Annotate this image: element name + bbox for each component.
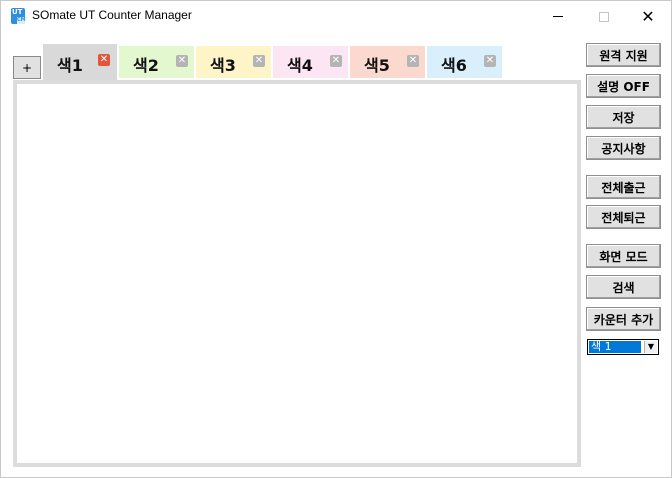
screen-mode-button[interactable]: 화면 모드 — [586, 244, 661, 268]
check-in-all-button[interactable]: 전체출근 — [586, 175, 661, 199]
notices-button[interactable]: 공지사항 — [586, 136, 661, 160]
tab-close-icon[interactable]: ✕ — [253, 55, 265, 67]
minimize-icon — [553, 16, 563, 17]
counter-panel[interactable] — [13, 80, 581, 467]
color-select-value: 색 1 — [589, 341, 641, 353]
window-title: SOmate UT Counter Manager — [32, 8, 192, 22]
app-icon-text-bottom: CM — [17, 17, 26, 24]
remote-support-button[interactable]: 원격 지원 — [586, 43, 661, 67]
add-counter-button[interactable]: 카운터 추가 — [586, 307, 661, 331]
close-button[interactable]: ✕ — [625, 1, 671, 32]
close-icon: ✕ — [641, 6, 655, 26]
tab-close-icon[interactable]: ✕ — [176, 55, 188, 67]
tab-label: 색6 — [441, 56, 467, 75]
add-tab-button[interactable]: + — [13, 56, 41, 79]
title-bar[interactable]: UT CM SOmate UT Counter Manager ✕ — [1, 1, 671, 32]
app-window: UT CM SOmate UT Counter Manager ✕ + 색1 ✕… — [0, 0, 672, 478]
tab-label: 색1 — [57, 56, 83, 75]
tab-close-icon[interactable]: ✕ — [407, 55, 419, 67]
tab-close-icon[interactable]: ✕ — [484, 55, 496, 67]
tab-color-5[interactable]: 색5 ✕ — [350, 46, 425, 78]
tab-color-1[interactable]: 색1 ✕ — [43, 44, 117, 82]
minimize-button[interactable] — [535, 1, 581, 32]
tab-label: 색5 — [364, 56, 390, 75]
tab-color-6[interactable]: 색6 ✕ — [427, 46, 502, 78]
tab-close-icon[interactable]: ✕ — [98, 54, 110, 66]
color-select[interactable]: 색 1 ▼ — [587, 339, 659, 355]
description-off-button[interactable]: 설명 OFF — [586, 74, 661, 98]
maximize-button — [581, 1, 627, 32]
tab-color-3[interactable]: 색3 ✕ — [196, 46, 271, 78]
app-icon-text-top: UT — [12, 8, 23, 16]
maximize-icon — [599, 11, 609, 22]
tab-close-icon[interactable]: ✕ — [330, 55, 342, 67]
tab-label: 색3 — [210, 56, 236, 75]
search-button[interactable]: 검색 — [586, 275, 661, 299]
check-out-all-button[interactable]: 전체퇴근 — [586, 205, 661, 229]
tab-label: 색2 — [133, 56, 159, 75]
tab-color-4[interactable]: 색4 ✕ — [273, 46, 348, 78]
chevron-down-icon[interactable]: ▼ — [644, 341, 657, 353]
save-button[interactable]: 저장 — [586, 105, 661, 129]
tab-color-2[interactable]: 색2 ✕ — [119, 46, 194, 78]
app-icon: UT CM — [11, 8, 26, 24]
tab-label: 색4 — [287, 56, 313, 75]
